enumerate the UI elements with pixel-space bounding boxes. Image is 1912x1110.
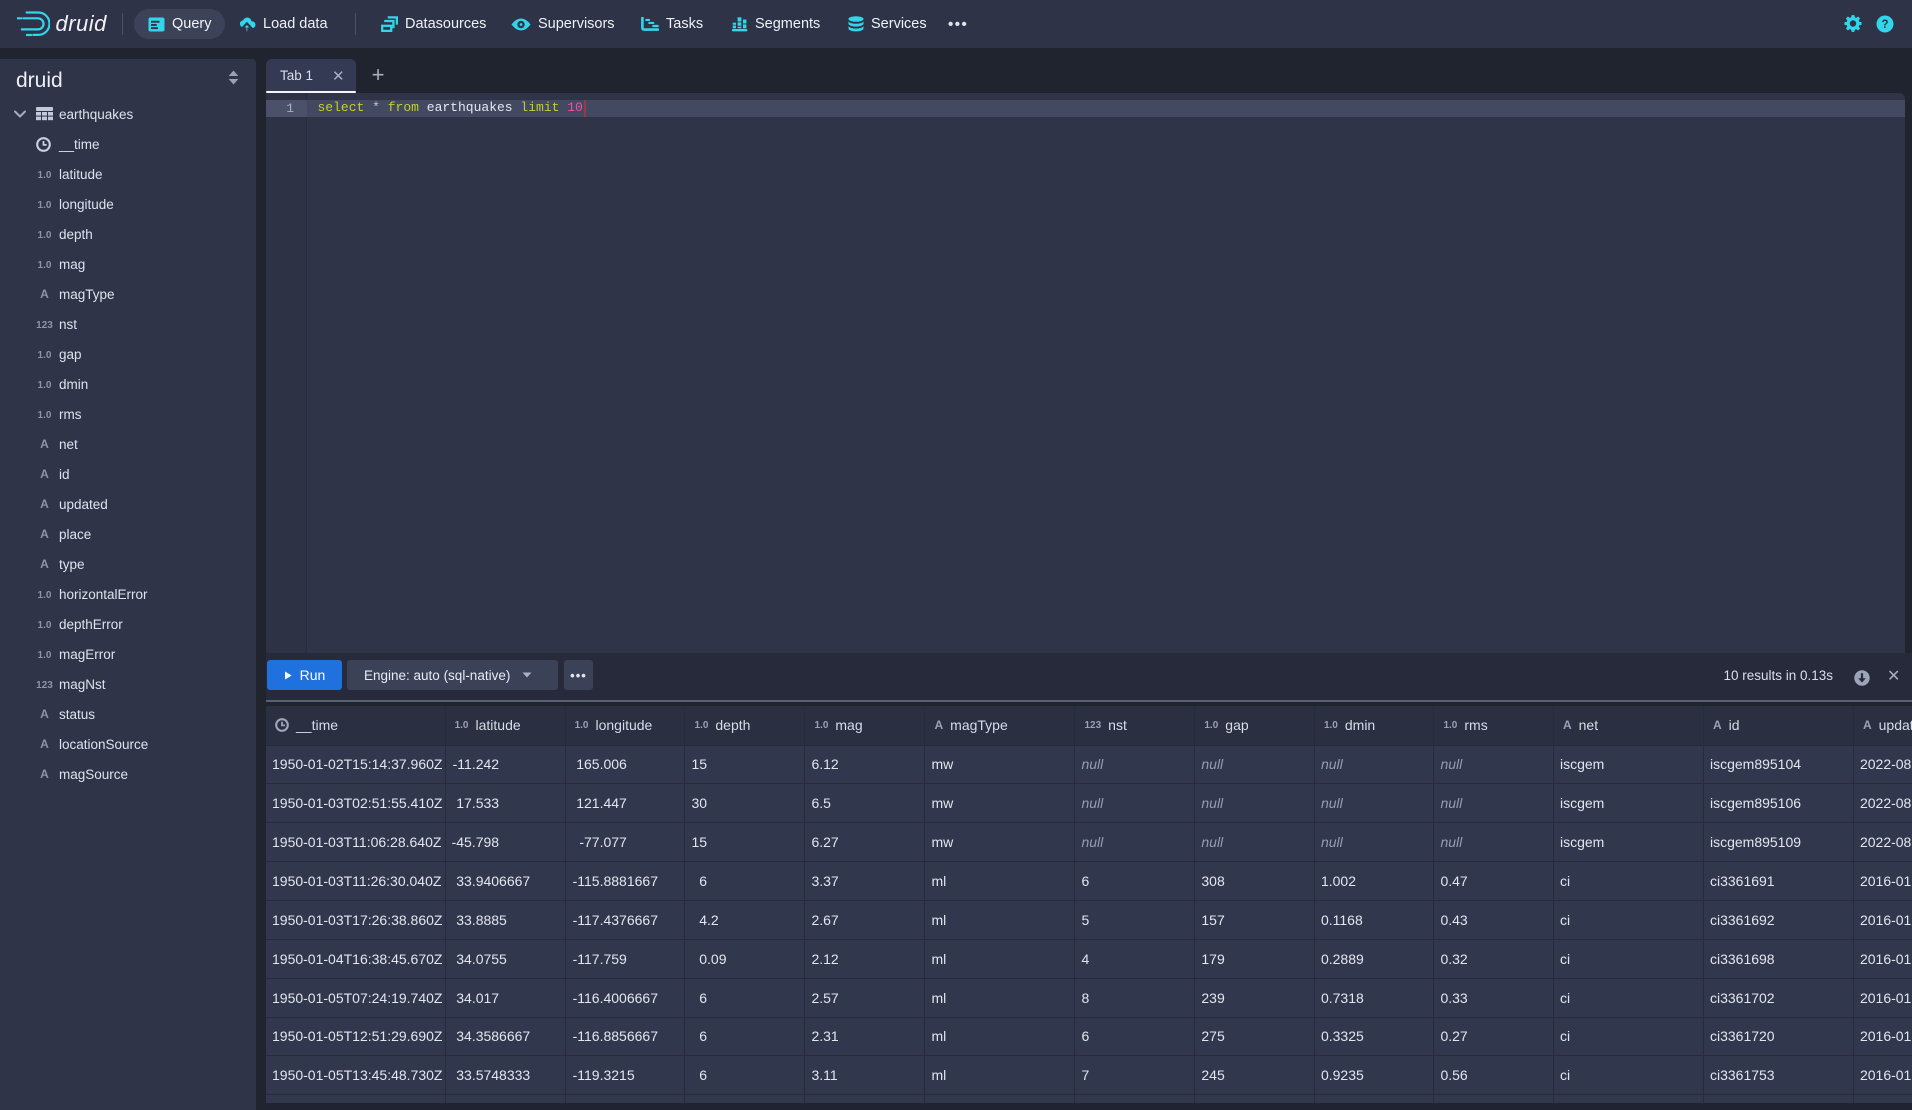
svg-text:?: ? xyxy=(1881,19,1888,31)
